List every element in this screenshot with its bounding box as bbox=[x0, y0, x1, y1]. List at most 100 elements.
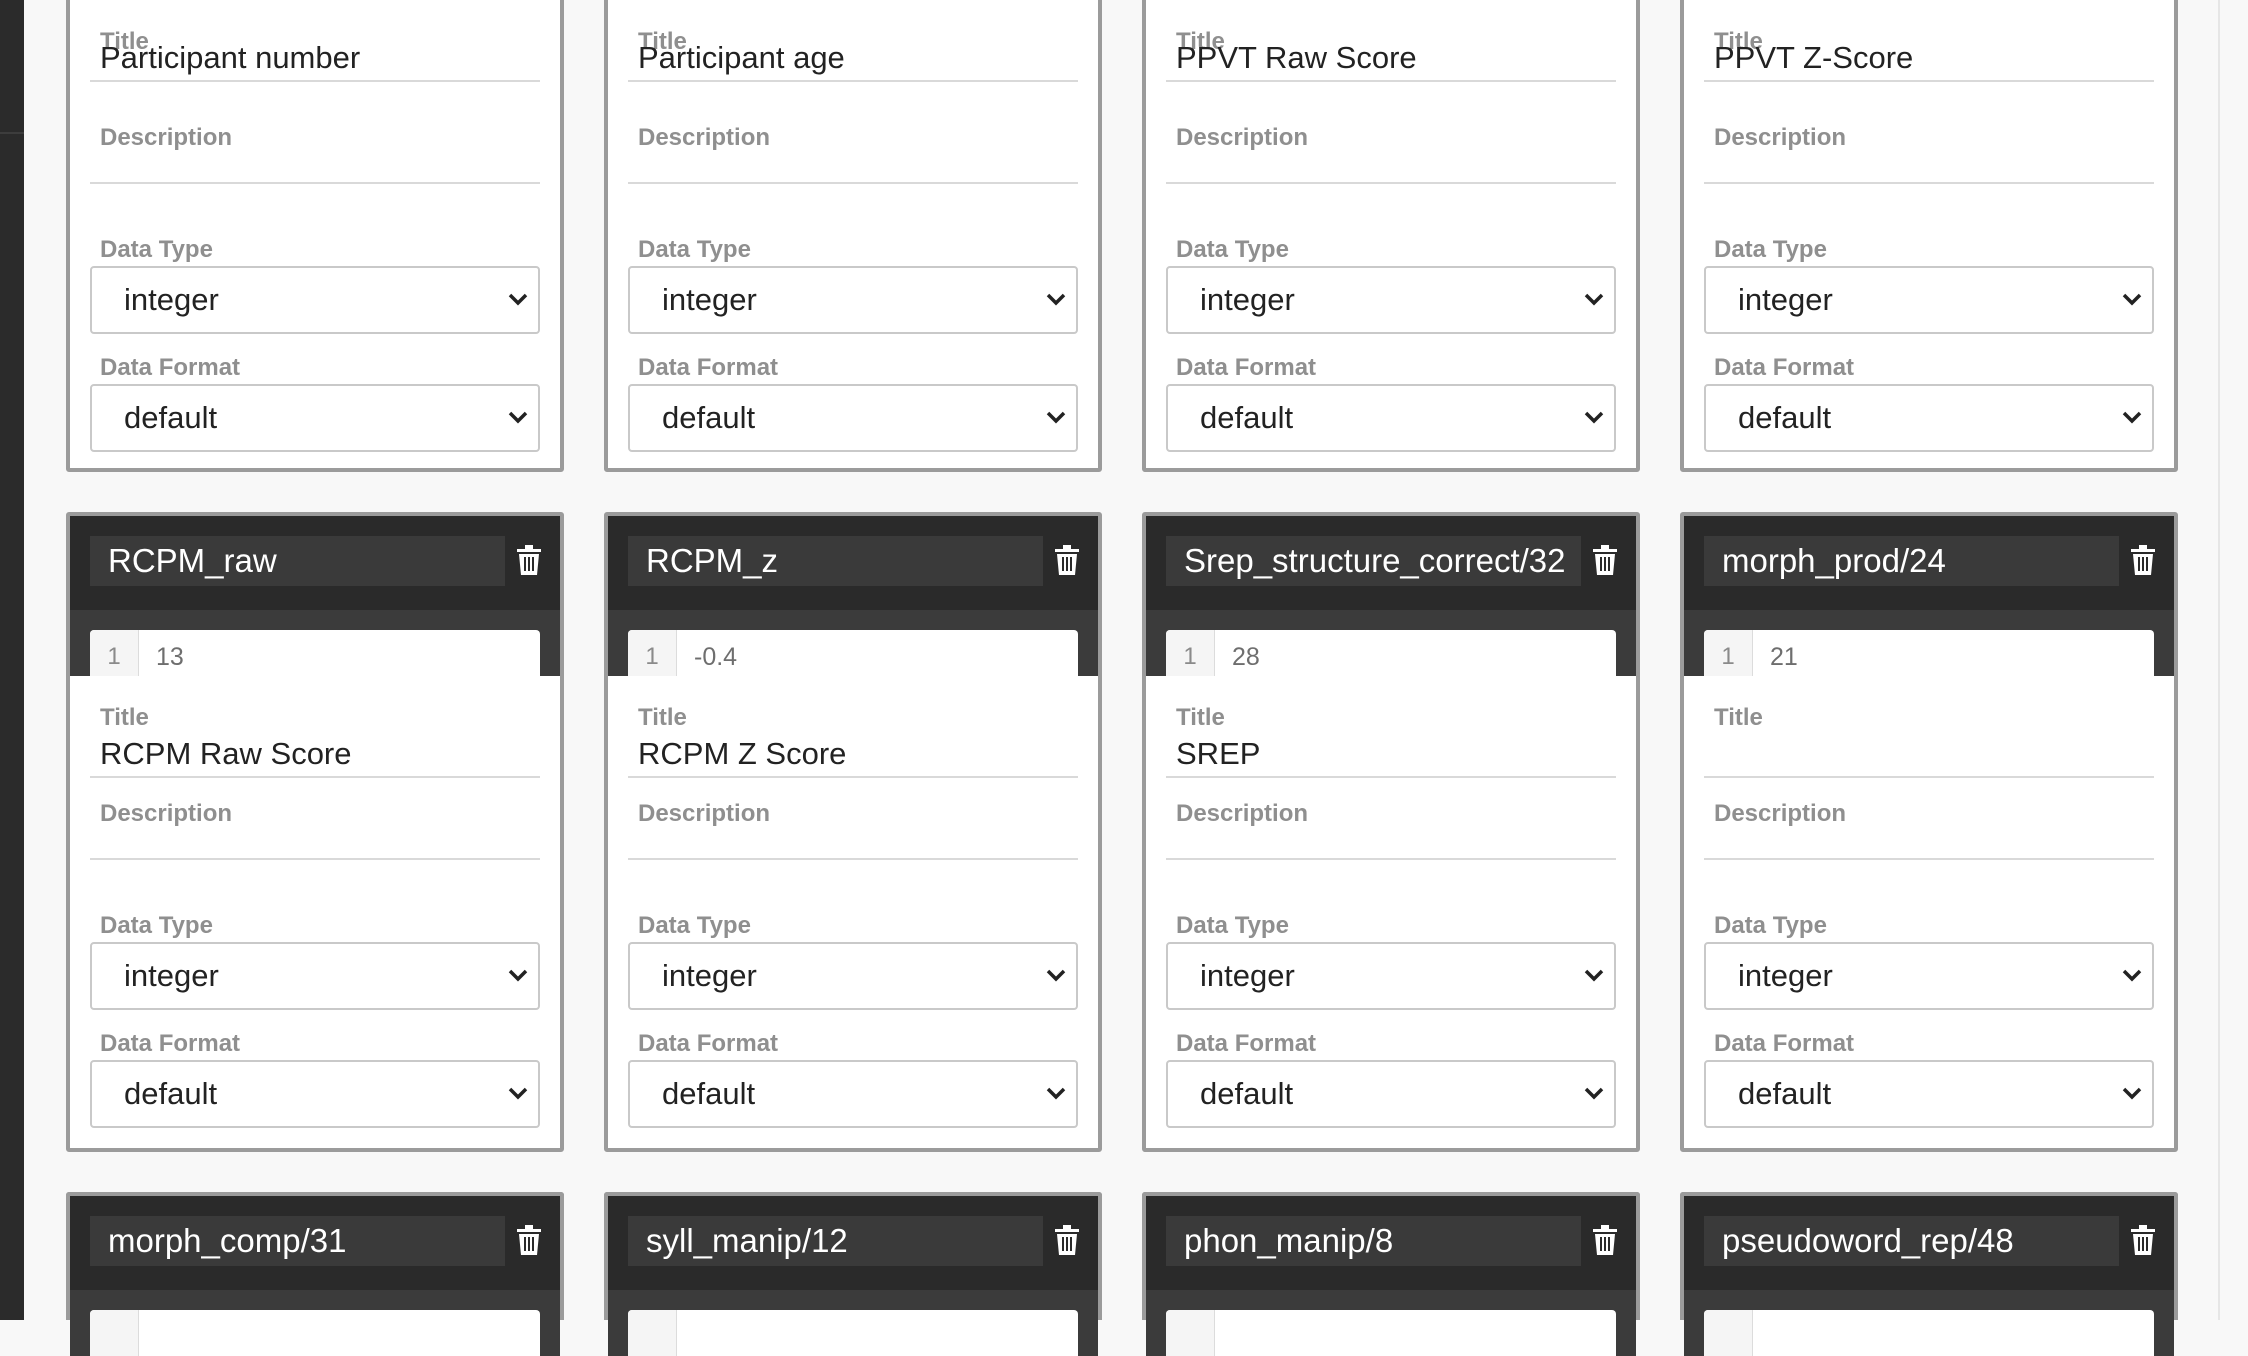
data-format-label: Data Format bbox=[1714, 354, 1855, 381]
field-card-header: syll_manip/12 bbox=[608, 1196, 1098, 1290]
data-format-select[interactable]: default bbox=[1704, 1060, 2154, 1128]
data-format-label: Data Format bbox=[100, 1030, 241, 1057]
data-format-value: default bbox=[662, 400, 756, 435]
preview-value: 13 bbox=[156, 643, 184, 671]
left-sidebar-edge bbox=[0, 0, 24, 1320]
field-card-header: RCPM_z bbox=[608, 516, 1098, 610]
field-name-input[interactable]: pseudoword_rep/48 bbox=[1704, 1216, 2119, 1266]
title-input[interactable]: RCPM Raw Score bbox=[90, 734, 540, 778]
title-input[interactable]: PPVT Raw Score bbox=[1166, 38, 1616, 82]
data-format-select[interactable]: default bbox=[1166, 1060, 1616, 1128]
field-name-input[interactable]: RCPM_raw bbox=[90, 536, 505, 586]
data-type-select[interactable]: integer bbox=[90, 942, 540, 1010]
data-format-value: default bbox=[1200, 400, 1294, 435]
description-input[interactable] bbox=[90, 816, 540, 860]
data-format-select[interactable]: default bbox=[1166, 384, 1616, 452]
field-card: Title PPVT Raw Score Description Data Ty… bbox=[1142, 0, 1640, 472]
value-preview bbox=[1704, 1310, 2154, 1356]
data-format-value: default bbox=[1200, 1076, 1294, 1111]
data-type-label: Data Type bbox=[100, 912, 213, 939]
description-input[interactable] bbox=[90, 140, 540, 184]
data-type-value: integer bbox=[124, 958, 219, 993]
data-format-label: Data Format bbox=[1714, 1030, 1855, 1057]
trash-icon[interactable] bbox=[1054, 545, 1080, 575]
field-card-header: morph_prod/24 bbox=[1684, 516, 2174, 610]
title-input[interactable]: RCPM Z Score bbox=[628, 734, 1078, 778]
data-type-value: integer bbox=[1200, 282, 1295, 317]
data-format-select[interactable]: default bbox=[1704, 384, 2154, 452]
field-name-input[interactable]: RCPM_z bbox=[628, 536, 1043, 586]
preview-strip bbox=[1684, 1290, 2174, 1356]
data-type-label: Data Type bbox=[638, 236, 751, 263]
description-input[interactable] bbox=[1704, 816, 2154, 860]
description-input[interactable] bbox=[628, 140, 1078, 184]
preview-line-number: 1 bbox=[1704, 630, 1753, 676]
data-format-label: Data Format bbox=[100, 354, 241, 381]
data-type-select[interactable]: integer bbox=[1166, 266, 1616, 334]
data-type-value: integer bbox=[124, 282, 219, 317]
value-preview bbox=[628, 1310, 1078, 1356]
title-input[interactable]: SREP bbox=[1166, 734, 1616, 778]
description-input[interactable] bbox=[1166, 140, 1616, 184]
preview-strip: 1 28 bbox=[1146, 610, 1636, 676]
preview-strip bbox=[70, 1290, 560, 1356]
trash-icon[interactable] bbox=[2130, 1225, 2156, 1255]
title-input[interactable]: Participant number bbox=[90, 38, 540, 82]
data-type-value: integer bbox=[1738, 958, 1833, 993]
title-input[interactable]: PPVT Z-Score bbox=[1704, 38, 2154, 82]
description-input[interactable] bbox=[1166, 816, 1616, 860]
data-type-select[interactable]: integer bbox=[1166, 942, 1616, 1010]
preview-line-number bbox=[1166, 1310, 1215, 1356]
preview-strip: 1 -0.4 bbox=[608, 610, 1098, 676]
data-type-select[interactable]: integer bbox=[90, 266, 540, 334]
data-type-select[interactable]: integer bbox=[1704, 266, 2154, 334]
field-name-input[interactable]: morph_prod/24 bbox=[1704, 536, 2119, 586]
sidebar-divider bbox=[0, 132, 24, 134]
chevron-down-icon bbox=[2122, 1087, 2142, 1100]
trash-icon[interactable] bbox=[1592, 1225, 1618, 1255]
trash-icon[interactable] bbox=[1054, 1225, 1080, 1255]
data-type-label: Data Type bbox=[1714, 912, 1827, 939]
data-type-value: integer bbox=[662, 958, 757, 993]
preview-value: 28 bbox=[1232, 643, 1260, 671]
trash-icon[interactable] bbox=[2130, 545, 2156, 575]
data-format-select[interactable]: default bbox=[90, 1060, 540, 1128]
preview-strip: 1 21 bbox=[1684, 610, 2174, 676]
field-name-input[interactable]: Srep_structure_correct/32 bbox=[1166, 536, 1581, 586]
data-format-value: default bbox=[662, 1076, 756, 1111]
field-name-input[interactable]: phon_manip/8 bbox=[1166, 1216, 1581, 1266]
chevron-down-icon bbox=[1584, 969, 1604, 982]
data-type-select[interactable]: integer bbox=[1704, 942, 2154, 1010]
field-card: RCPM_raw 1 13 Title RCPM Raw Score Descr… bbox=[66, 512, 564, 1152]
field-name-input[interactable]: morph_comp/31 bbox=[90, 1216, 505, 1266]
value-preview bbox=[90, 1310, 540, 1356]
field-card: morph_comp/31 bbox=[66, 1192, 564, 1356]
field-card-header: Srep_structure_correct/32 bbox=[1146, 516, 1636, 610]
value-preview bbox=[1166, 1310, 1616, 1356]
data-type-select[interactable]: integer bbox=[628, 266, 1078, 334]
data-format-value: default bbox=[1738, 1076, 1832, 1111]
description-input[interactable] bbox=[1704, 140, 2154, 184]
data-type-value: integer bbox=[1200, 958, 1295, 993]
trash-icon[interactable] bbox=[516, 545, 542, 575]
chevron-down-icon bbox=[2122, 969, 2142, 982]
data-type-value: integer bbox=[1738, 282, 1833, 317]
field-card-header: RCPM_raw bbox=[70, 516, 560, 610]
field-card: RCPM_z 1 -0.4 Title RCPM Z Score Descrip… bbox=[604, 512, 1102, 1152]
trash-icon[interactable] bbox=[516, 1225, 542, 1255]
title-label: Title bbox=[1714, 704, 1763, 731]
title-input[interactable] bbox=[1704, 734, 2154, 778]
preview-strip: 1 13 bbox=[70, 610, 560, 676]
data-format-select[interactable]: default bbox=[90, 384, 540, 452]
data-type-select[interactable]: integer bbox=[628, 942, 1078, 1010]
description-input[interactable] bbox=[628, 816, 1078, 860]
data-format-select[interactable]: default bbox=[628, 1060, 1078, 1128]
field-card: morph_prod/24 1 21 Title Description Dat… bbox=[1680, 512, 2178, 1152]
data-format-label: Data Format bbox=[638, 1030, 779, 1057]
trash-icon[interactable] bbox=[1592, 545, 1618, 575]
title-input[interactable]: Participant age bbox=[628, 38, 1078, 82]
data-type-label: Data Type bbox=[1176, 236, 1289, 263]
data-format-select[interactable]: default bbox=[628, 384, 1078, 452]
right-scroll-edge bbox=[2218, 0, 2220, 1320]
field-name-input[interactable]: syll_manip/12 bbox=[628, 1216, 1043, 1266]
